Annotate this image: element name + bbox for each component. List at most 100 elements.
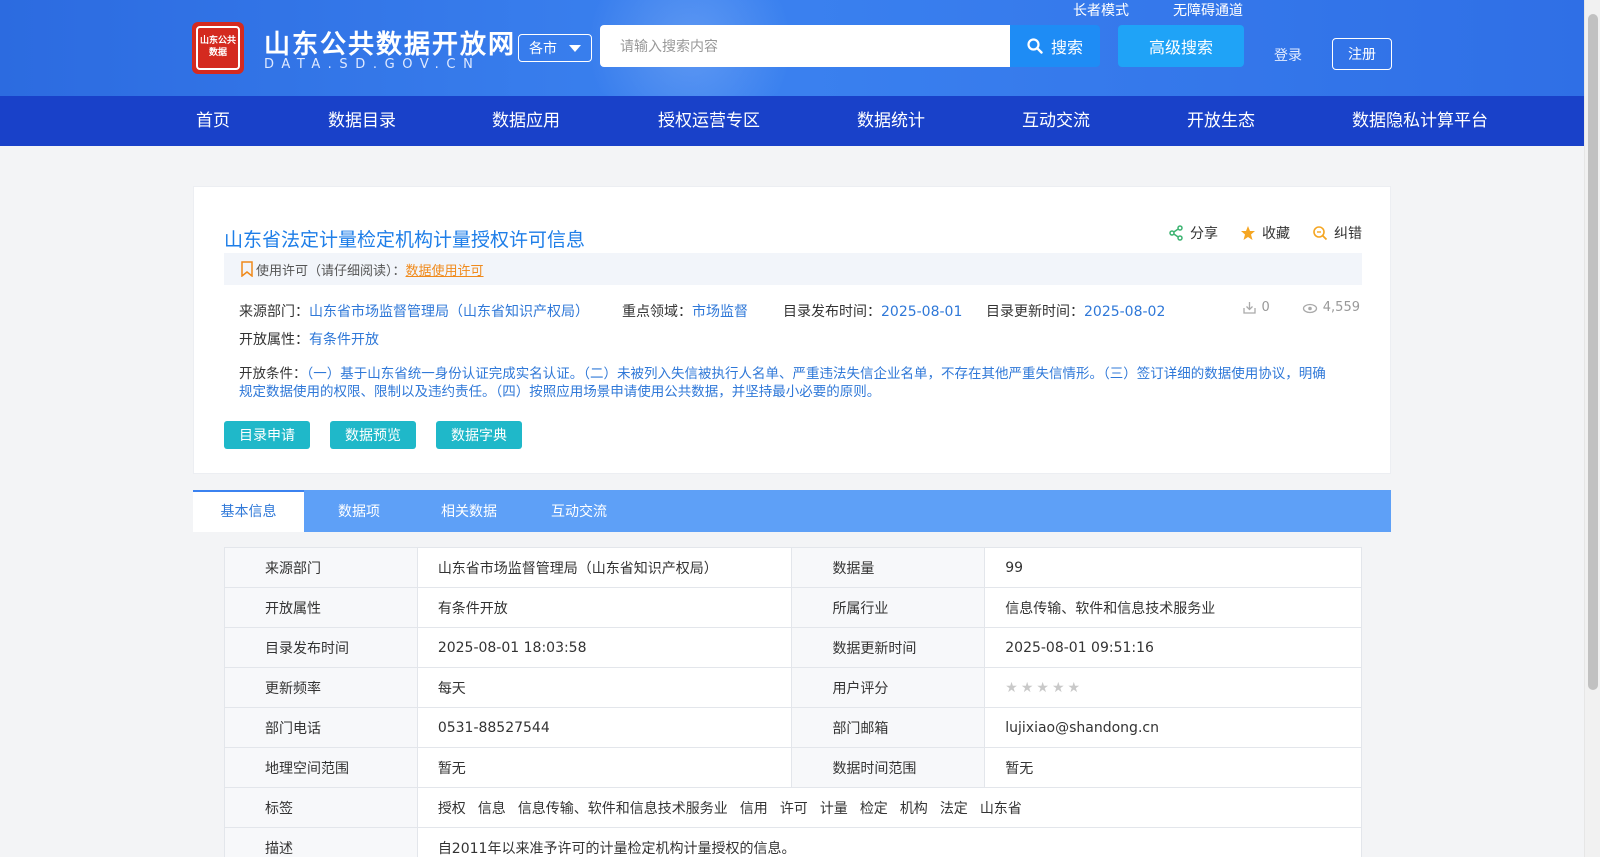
site-subtitle: DATA.SD.GOV.CN [264,57,481,72]
update-label: 目录更新时间： [986,304,1084,320]
license-link[interactable]: 数据使用许可 [406,260,484,279]
update-value: 2025-08-02 [1084,304,1166,320]
bookmark-icon [241,261,253,277]
nav-privacy-computing[interactable]: 数据隐私计算平台 [1352,96,1488,146]
site-title[interactable]: 山东公共数据开放网 [264,24,516,61]
table-row: 开放属性 有条件开放 所属行业 信息传输、软件和信息技术服务业 [224,587,1362,628]
source-dept: 来源部门：山东省市场监督管理局（山东省知识产权局） [239,301,589,321]
conditions-value: （一）基于山东省统一身份认证完成实名认证。（二）未被列入失信被执行人名单、严重违… [239,366,1326,400]
nav-authorized-ops[interactable]: 授权运营专区 [658,96,760,146]
desc-value: 自2011年以来准予许可的计量检定机构计量授权的信息。 [416,827,1363,857]
report-error-button[interactable]: 纠错 [1312,223,1362,243]
desc-label: 描述 [224,827,418,857]
catalog-apply-button[interactable]: 目录申请 [224,421,310,449]
cell-label: 数据更新时间 [791,627,986,668]
cell-value: lujixiao@shandong.cn [984,707,1362,748]
tags-label: 标签 [224,787,418,828]
license-bar: 使用许可（请仔细阅读）： 数据使用许可 [224,253,1362,285]
open-conditions: 开放条件：（一）基于山东省统一身份认证完成实名认证。（二）未被列入失信被执行人名… [239,365,1339,401]
site-logo-seal[interactable]: 山东公共数据 [192,22,244,74]
main-nav: 首页 数据目录 数据应用 授权运营专区 数据统计 互动交流 开放生态 数据隐私计… [0,96,1584,146]
cell-label: 数据量 [791,547,986,588]
publish-value: 2025-08-01 [881,304,963,320]
table-row: 部门电话 0531-88527544 部门邮箱 lujixiao@shandon… [224,707,1362,748]
basic-info-table: 来源部门 山东省市场监督管理局（山东省知识产权局） 数据量 99 开放属性 有条… [224,547,1363,857]
accessibility-link[interactable]: 无障碍通道 [1173,0,1243,20]
city-select[interactable]: 各市 [518,34,592,62]
tag[interactable]: 机构 [900,801,928,817]
tag[interactable]: 检定 [860,801,888,817]
tag[interactable]: 计量 [820,801,848,817]
nav-interaction[interactable]: 互动交流 [1022,96,1090,146]
page-scrollbar[interactable] [1584,0,1600,857]
scrollbar-thumb[interactable] [1588,14,1598,690]
tab-interaction[interactable]: 互动交流 [524,490,634,532]
share-icon [1169,225,1183,241]
star-icon[interactable]: ★ [1068,680,1081,696]
cell-value: 信息传输、软件和信息技术服务业 [984,587,1362,628]
source-label: 来源部门： [239,304,309,320]
cell-value: 每天 [416,667,793,708]
tag[interactable]: 信息传输、软件和信息技术服务业 [518,801,728,817]
cell-label: 部门邮箱 [791,707,986,748]
data-dictionary-button[interactable]: 数据字典 [436,421,522,449]
nav-data-stats[interactable]: 数据统计 [857,96,925,146]
search-button[interactable]: 搜索 [1010,25,1100,67]
tab-related-data[interactable]: 相关数据 [414,490,524,532]
tag[interactable]: 法定 [940,801,968,817]
domain-value[interactable]: 市场监督 [692,304,748,320]
eye-icon [1302,303,1317,314]
data-preview-button[interactable]: 数据预览 [330,421,416,449]
register-button[interactable]: 注册 [1332,38,1392,70]
cell-label: 地理空间范围 [224,747,418,788]
cell-value: 2025-08-01 18:03:58 [416,627,793,668]
nav-data-catalog[interactable]: 数据目录 [328,96,396,146]
advanced-search-button[interactable]: 高级搜索 [1118,25,1244,67]
cell-label: 部门电话 [224,707,418,748]
chevron-down-icon [569,44,581,52]
tab-basic-info[interactable]: 基本信息 [193,490,304,532]
nav-data-apps[interactable]: 数据应用 [492,96,560,146]
nav-ecosystem[interactable]: 开放生态 [1187,96,1255,146]
star-icon[interactable]: ★ [1052,680,1065,696]
detail-tabs: 基本信息 数据项 相关数据 互动交流 [193,490,1391,532]
source-value[interactable]: 山东省市场监督管理局（山东省知识产权局） [309,304,589,320]
cell-value: 0531-88527544 [416,707,793,748]
cell-value: 2025-08-01 09:51:16 [984,627,1362,668]
star-icon[interactable]: ★ [1021,680,1034,696]
view-count: 4,559 [1302,300,1360,315]
download-icon [1242,302,1256,314]
table-row: 来源部门 山东省市场监督管理局（山东省知识产权局） 数据量 99 [224,547,1362,588]
update-time: 目录更新时间：2025-08-02 [986,301,1165,321]
tag[interactable]: 授权 [438,801,466,817]
cell-label: 来源部门 [224,547,418,588]
star-icon[interactable]: ★ [1036,680,1049,696]
share-button[interactable]: 分享 [1168,223,1218,243]
nav-home[interactable]: 首页 [196,96,230,146]
publish-time: 目录发布时间：2025-08-01 [783,301,962,321]
domain-label: 重点领域： [622,304,692,320]
cell-label: 数据时间范围 [791,747,986,788]
search-input[interactable] [600,25,1010,67]
download-count-value: 0 [1261,300,1270,315]
cell-label: 所属行业 [791,587,986,628]
cell-label: 开放属性 [224,587,418,628]
search-box [600,25,1010,67]
user-rating[interactable]: ★ ★ ★ ★ ★ [984,667,1362,708]
report-label: 纠错 [1334,226,1362,242]
tag[interactable]: 信息 [478,801,506,817]
logo-mark-text: 山东公共数据 [196,26,240,70]
tab-data-items[interactable]: 数据项 [304,490,414,532]
star-icon[interactable]: ★ [1005,680,1018,696]
tag[interactable]: 山东省 [980,801,1022,817]
tag[interactable]: 信用 [740,801,768,817]
download-count: 0 [1242,300,1270,315]
table-row: 更新频率 每天 用户评分 ★ ★ ★ ★ ★ [224,667,1362,708]
key-domain: 重点领域：市场监督 [622,301,748,321]
error-search-icon [1313,226,1328,241]
favorite-button[interactable]: 收藏 [1240,223,1290,243]
login-link[interactable]: 登录 [1274,45,1302,65]
tag[interactable]: 许可 [780,801,808,817]
elder-mode-link[interactable]: 长者模式 [1073,0,1129,20]
open-attr-value: 有条件开放 [309,332,379,348]
